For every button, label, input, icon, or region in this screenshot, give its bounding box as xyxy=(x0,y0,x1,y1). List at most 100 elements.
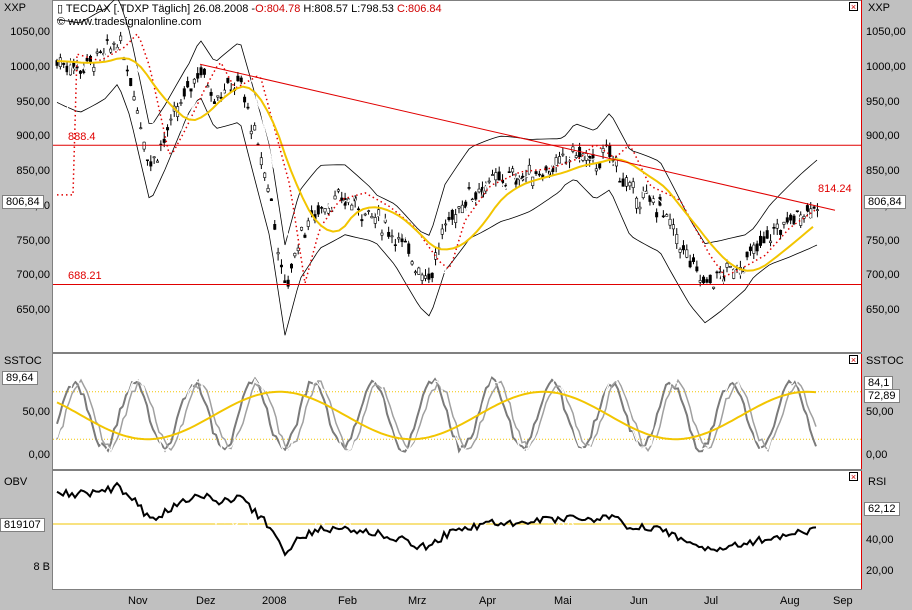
candle-down xyxy=(236,75,240,82)
candle-down xyxy=(474,192,478,200)
candle-up xyxy=(367,210,371,212)
candle-up xyxy=(192,78,196,84)
candle-down xyxy=(65,65,69,73)
candle-down xyxy=(762,236,766,244)
candle-up xyxy=(373,217,377,224)
stoc-value-left: 89,64 xyxy=(2,371,38,385)
candle-down xyxy=(681,245,685,251)
price-tick-left: 850,00 xyxy=(16,165,50,177)
candle-down xyxy=(387,231,391,237)
candle-up xyxy=(139,127,143,130)
candle-down xyxy=(212,101,216,104)
candle-down xyxy=(340,197,344,201)
candle-down xyxy=(149,161,153,167)
candle-down xyxy=(209,92,213,96)
candle-down xyxy=(239,77,243,83)
candle-up xyxy=(152,156,156,159)
candle-up xyxy=(216,95,220,98)
stoc-value-right-1: 84,1 xyxy=(864,376,894,390)
candle-down xyxy=(467,187,471,189)
candle-down xyxy=(199,67,203,76)
candle-down xyxy=(715,271,719,274)
candle-up xyxy=(665,214,669,217)
obv-tick-8b: 8 B xyxy=(33,561,50,573)
candle-down xyxy=(243,96,247,103)
candle-up xyxy=(668,218,672,226)
candle-down xyxy=(360,219,364,222)
candle-up xyxy=(249,130,253,135)
candle-down xyxy=(273,224,277,230)
candle-up xyxy=(752,244,756,254)
last-price-left: 806,84 xyxy=(2,195,44,209)
candle-up xyxy=(169,118,173,121)
candle-down xyxy=(792,215,796,225)
price-tick-right: 1000,00 xyxy=(866,60,906,73)
candle-up xyxy=(624,177,628,187)
candle-down xyxy=(507,171,511,173)
candle-up xyxy=(557,156,561,164)
candle-down xyxy=(705,279,709,283)
candle-up xyxy=(460,204,464,214)
price-tick-left: 1000,00 xyxy=(10,60,50,73)
candle-down xyxy=(785,217,789,223)
x-tick-label: Jul xyxy=(704,595,719,607)
candle-down xyxy=(497,171,501,181)
stoc-name-right: SSTOC xyxy=(866,355,904,367)
candle-up xyxy=(638,206,642,210)
obv-line xyxy=(56,481,817,557)
candle-up xyxy=(594,168,598,172)
chart-canvas[interactable] xyxy=(0,0,912,610)
candle-up xyxy=(494,172,498,181)
candle-up xyxy=(487,180,491,183)
candle-down xyxy=(186,81,190,88)
candle-up xyxy=(323,208,327,213)
candle-up xyxy=(276,252,280,255)
x-tick-label: Sep xyxy=(833,595,853,607)
candle-up xyxy=(92,66,96,72)
candle-down xyxy=(534,171,538,175)
candle-down xyxy=(779,229,783,235)
candle-down xyxy=(765,230,769,239)
candle-down xyxy=(393,244,397,247)
candle-down xyxy=(85,57,89,62)
candle-up xyxy=(413,271,417,274)
price-tick-left: 950,00 xyxy=(16,95,50,108)
candle-down xyxy=(62,62,66,65)
x-tick-label: 2008 xyxy=(262,595,287,607)
candle-down xyxy=(78,70,82,74)
candle-down xyxy=(691,257,695,262)
price-tick-right: 950,00 xyxy=(866,95,900,108)
level-high-label: 888.4 xyxy=(68,131,96,143)
candle-down xyxy=(447,217,451,220)
x-tick-label: Aug xyxy=(780,595,800,607)
candle-down xyxy=(805,205,809,212)
candle-down xyxy=(182,88,186,97)
candle-up xyxy=(527,164,531,175)
candle-down xyxy=(608,145,612,157)
candle-up xyxy=(490,174,494,176)
candle-down xyxy=(226,77,230,83)
candle-up xyxy=(119,35,123,41)
obv-value-left: 819107 xyxy=(0,518,45,532)
candle-up xyxy=(263,172,267,178)
candle-down xyxy=(283,280,287,284)
candle-down xyxy=(537,173,541,176)
candle-up xyxy=(109,48,113,53)
candle-down xyxy=(708,274,712,284)
candle-up xyxy=(454,214,458,223)
candle-up xyxy=(370,216,374,219)
candle-down xyxy=(450,209,454,220)
candle-down xyxy=(661,215,665,218)
last-price-right: 806,84 xyxy=(864,195,906,209)
candle-down xyxy=(189,88,193,92)
candle-down xyxy=(403,240,407,243)
candle-down xyxy=(356,208,360,211)
candle-down xyxy=(286,279,290,287)
candle-up xyxy=(112,42,116,45)
candle-up xyxy=(423,275,427,279)
candle-up xyxy=(635,197,639,209)
candle-down xyxy=(795,210,799,213)
candle-up xyxy=(156,160,160,163)
candle-up xyxy=(410,261,414,265)
candle-down xyxy=(695,266,699,272)
